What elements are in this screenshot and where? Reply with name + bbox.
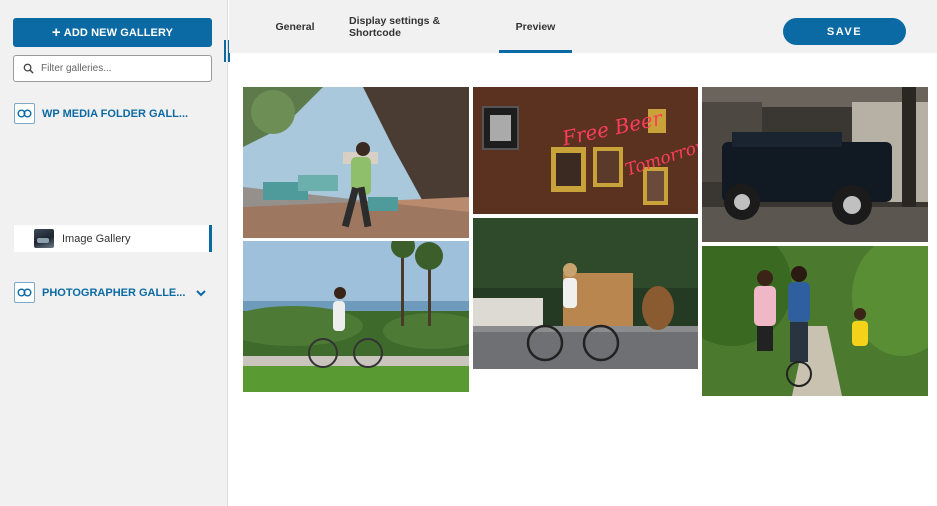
gallery-image[interactable]: Free Beer Tomorrow bbox=[473, 87, 698, 214]
add-new-gallery-label: ADD NEW GALLERY bbox=[63, 26, 174, 39]
plus-icon: + bbox=[51, 24, 61, 41]
subgallery-label: Image Gallery bbox=[62, 232, 131, 245]
tab-preview[interactable]: Preview bbox=[499, 0, 572, 53]
gallery-image[interactable] bbox=[243, 87, 469, 238]
filter-galleries-input[interactable] bbox=[41, 63, 201, 74]
gallery-image[interactable] bbox=[473, 218, 698, 369]
gallery-icon bbox=[14, 103, 35, 124]
add-new-gallery-button[interactable]: + ADD NEW GALLERY bbox=[13, 18, 212, 47]
search-icon bbox=[23, 63, 34, 74]
top-bar: General Display settings & Shortcode Pre… bbox=[229, 0, 937, 53]
chevron-down-icon[interactable] bbox=[195, 287, 207, 299]
gallery-item-photographer[interactable]: PHOTOGRAPHER GALLE... bbox=[14, 282, 207, 303]
tab-display-settings[interactable]: Display settings & Shortcode bbox=[349, 0, 481, 53]
gallery-name: PHOTOGRAPHER GALLE... bbox=[42, 286, 186, 299]
gallery-image[interactable] bbox=[702, 87, 928, 242]
gallery-image[interactable] bbox=[702, 246, 928, 396]
subgallery-item-image-gallery[interactable]: Image Gallery bbox=[14, 225, 212, 252]
gallery-manager: + ADD NEW GALLERY WP MEDIA FOLDER GALL..… bbox=[0, 0, 937, 506]
gallery-thumbnail bbox=[34, 229, 54, 248]
sidebar: + ADD NEW GALLERY WP MEDIA FOLDER GALL..… bbox=[0, 0, 228, 506]
gallery-icon bbox=[14, 282, 35, 303]
gallery-image[interactable] bbox=[243, 241, 469, 392]
gallery-name: WP MEDIA FOLDER GALL... bbox=[42, 107, 189, 120]
save-button[interactable]: SAVE bbox=[783, 18, 906, 45]
filter-galleries-field[interactable] bbox=[13, 55, 212, 82]
tab-general[interactable]: General bbox=[275, 0, 314, 53]
gallery-item-wp-media-folder[interactable]: WP MEDIA FOLDER GALL... bbox=[14, 103, 188, 124]
